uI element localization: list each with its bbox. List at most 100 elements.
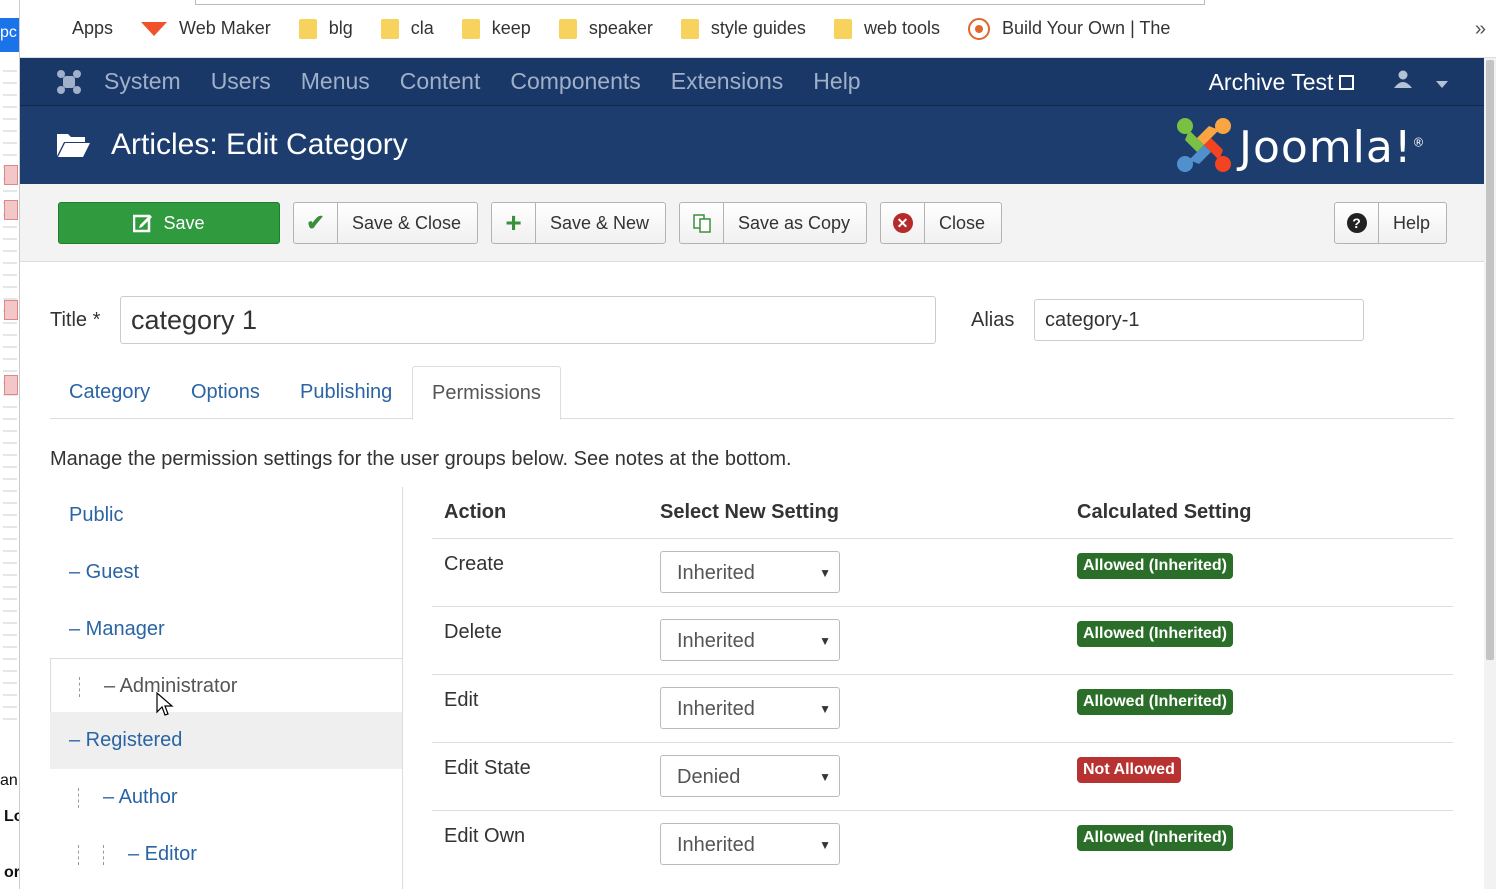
background-bar xyxy=(4,375,18,395)
bookmark-apps[interactable]: Apps xyxy=(20,0,127,57)
calculated-badge: Allowed (Inherited) xyxy=(1077,553,1233,579)
admin-top-nav: System Users Menus Content Components Ex… xyxy=(20,58,1484,106)
tab-permissions[interactable]: Permissions xyxy=(412,366,561,420)
dropdown-arrow-icon: ▼ xyxy=(819,770,831,784)
background-bar xyxy=(4,200,18,220)
registered-mark: ® xyxy=(1412,135,1426,150)
joomla-menu-icon[interactable] xyxy=(56,69,82,95)
bookmark-label: style guides xyxy=(710,18,806,38)
save-copy-button[interactable]: Save as Copy xyxy=(679,202,867,244)
joomla-logo-text: Joomla!® xyxy=(1239,122,1426,173)
group-item-public[interactable]: Public xyxy=(50,487,402,544)
save-close-button[interactable]: ✔ Save & Close xyxy=(293,202,478,244)
bookmark-blg[interactable]: blg xyxy=(285,0,367,57)
mouse-cursor-icon xyxy=(156,692,174,716)
group-item-guest[interactable]: – Guest xyxy=(50,544,402,601)
bookmark-web-tools[interactable]: web tools xyxy=(820,0,954,57)
table-row: Delete Inherited ▼ Allowed (Inherited) xyxy=(432,607,1453,675)
setting-select[interactable]: Denied ▼ xyxy=(660,755,840,797)
copy-icon xyxy=(680,203,724,243)
action-name: Edit xyxy=(444,689,479,711)
permissions-table: Action Select New Setting Calculated Set… xyxy=(432,487,1453,879)
group-label: – Manager xyxy=(69,618,165,640)
bookmark-label: web tools xyxy=(863,18,940,38)
page-scrollbar[interactable] xyxy=(1484,58,1496,889)
joomla-logo: Joomla!® xyxy=(1175,116,1465,176)
user-menu[interactable] xyxy=(1394,70,1448,94)
close-label: Close xyxy=(939,212,986,233)
action-name: Create xyxy=(444,553,505,575)
group-item-registered[interactable]: – Registered xyxy=(50,712,402,769)
background-text: Lo xyxy=(4,808,19,825)
save-close-label: Save & Close xyxy=(352,212,462,233)
setting-select[interactable]: Inherited ▼ xyxy=(660,551,840,593)
group-item-manager[interactable]: – Manager xyxy=(50,601,402,658)
table-row: Edit Inherited ▼ Allowed (Inherited) xyxy=(432,675,1453,743)
folder-icon xyxy=(298,18,317,39)
bookmark-web-maker[interactable]: Web Maker xyxy=(127,0,285,57)
more-bookmarks-button[interactable]: » xyxy=(1475,18,1486,41)
save-copy-label: Save as Copy xyxy=(738,212,851,233)
group-item-administrator[interactable]: – Administrator xyxy=(50,658,402,715)
background-text: or xyxy=(4,864,20,881)
action-name: Edit State xyxy=(444,757,531,779)
bookmark-build-your-own[interactable]: Build Your Own | The xyxy=(954,0,1184,57)
bookmark-cla[interactable]: cla xyxy=(367,0,448,57)
calculated-badge: Allowed (Inherited) xyxy=(1077,825,1233,851)
help-button[interactable]: ? Help xyxy=(1334,202,1447,244)
edit-tabs: Category Options Publishing Permissions xyxy=(50,366,1454,420)
close-icon: ✕ xyxy=(881,203,925,243)
bookmark-style-guides[interactable]: style guides xyxy=(667,0,820,57)
setting-select[interactable]: Inherited ▼ xyxy=(660,687,840,729)
setting-value: Inherited xyxy=(677,562,755,584)
save-button[interactable]: Save xyxy=(58,202,280,244)
site-link[interactable]: Archive Test xyxy=(1209,69,1355,96)
setting-select[interactable]: Inherited ▼ xyxy=(660,823,840,865)
bookmark-speaker[interactable]: speaker xyxy=(545,0,667,57)
tab-options[interactable]: Options xyxy=(172,366,279,419)
background-bar xyxy=(4,165,18,185)
title-label: Title * xyxy=(50,309,101,331)
nav-system[interactable]: System xyxy=(104,68,181,95)
action-name: Edit Own xyxy=(444,825,526,847)
bookmark-keep[interactable]: keep xyxy=(448,0,545,57)
tab-category[interactable]: Category xyxy=(50,366,169,419)
folder-icon xyxy=(380,18,399,39)
tree-indent xyxy=(78,787,79,808)
title-input[interactable] xyxy=(120,296,936,344)
bookmarks-bar: Apps Web Maker blg cla keep speaker styl… xyxy=(20,0,1496,58)
group-item-editor[interactable]: – Editor xyxy=(50,826,402,883)
edit-icon xyxy=(133,214,153,233)
group-label: – Author xyxy=(103,786,178,808)
table-row: Create Inherited ▼ Allowed (Inherited) xyxy=(432,539,1453,607)
background-tab-fragment: pc xyxy=(0,18,19,52)
group-item-author[interactable]: – Author xyxy=(50,769,402,826)
setting-value: Inherited xyxy=(677,834,755,856)
group-label: – Guest xyxy=(69,561,140,583)
setting-select[interactable]: Inherited ▼ xyxy=(660,619,840,661)
nav-components[interactable]: Components xyxy=(510,68,640,95)
alias-label: Alias xyxy=(971,309,1015,331)
user-group-list: Public – Guest – Manager – Administrator… xyxy=(50,487,403,889)
nav-menus[interactable]: Menus xyxy=(301,68,370,95)
tab-publishing[interactable]: Publishing xyxy=(281,366,411,419)
address-bar-edge xyxy=(195,0,1205,5)
nav-right: Archive Test xyxy=(1209,58,1448,106)
nav-help[interactable]: Help xyxy=(813,68,860,95)
scrollbar-thumb[interactable] xyxy=(1486,60,1494,660)
toolbar: Save ✔ Save & Close + Save & New Save as… xyxy=(20,184,1484,262)
apps-grid-icon xyxy=(40,19,60,39)
logo-wordmark: Joomla! xyxy=(1239,122,1413,173)
nav-users[interactable]: Users xyxy=(211,68,271,95)
nav-extensions[interactable]: Extensions xyxy=(671,68,784,95)
alias-input[interactable] xyxy=(1034,299,1364,341)
save-new-button[interactable]: + Save & New xyxy=(491,202,666,244)
save-label: Save xyxy=(163,212,205,233)
close-button[interactable]: ✕ Close xyxy=(880,202,1002,244)
bookmark-label: Build Your Own | The xyxy=(1001,18,1171,38)
bookmark-label: cla xyxy=(410,18,434,38)
group-label: – Registered xyxy=(69,729,183,751)
folder-open-icon xyxy=(57,134,90,157)
nav-content[interactable]: Content xyxy=(400,68,481,95)
caret-down-icon xyxy=(1436,81,1448,88)
